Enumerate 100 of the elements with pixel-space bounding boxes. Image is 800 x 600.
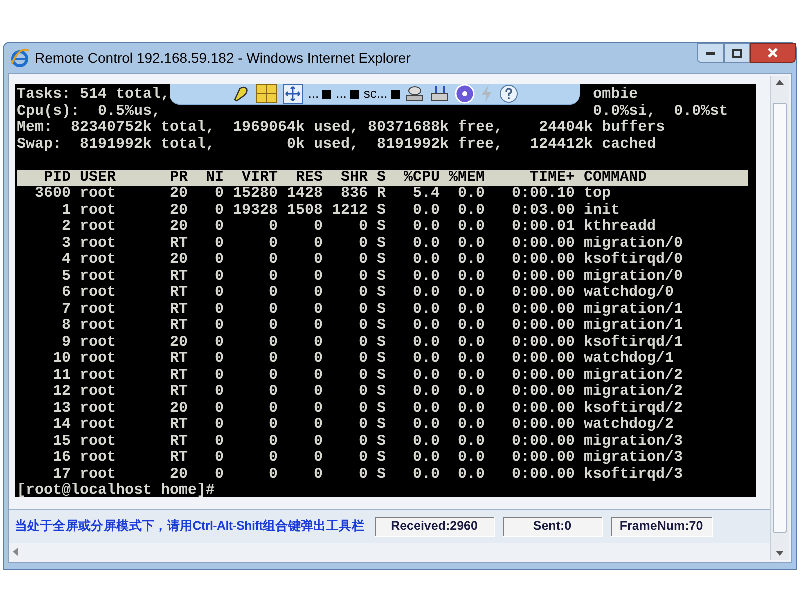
table-cell: 1508 — [286, 202, 323, 219]
table-cell: 0.0 — [458, 236, 485, 252]
toolbar-menu[interactable]: sc... — [364, 86, 400, 102]
table-cell: 20 — [170, 334, 188, 351]
table-cell: migration/0 — [584, 268, 684, 285]
disk-drive-icon[interactable] — [404, 84, 425, 104]
vertical-scrollbar[interactable] — [770, 76, 789, 560]
toolbar-menu[interactable]: ... — [336, 86, 359, 102]
table-cell: root — [80, 268, 116, 285]
table-cell: 0:00.00 — [512, 334, 575, 351]
status-field: FrameNum:70 — [610, 516, 712, 536]
table-cell: RT — [170, 368, 188, 384]
table-cell: 0 — [314, 334, 323, 351]
table-cell: 0.0 — [458, 219, 485, 236]
column-header: PR — [170, 170, 188, 186]
close-button[interactable] — [750, 43, 796, 63]
summary-text: ombie — [593, 87, 638, 104]
scrollbar-thumb[interactable] — [773, 103, 787, 533]
table-cell: 0.0 — [458, 202, 485, 219]
table-cell: 0 — [268, 434, 278, 450]
table-cell: root — [80, 384, 116, 400]
table-cell: migration/2 — [584, 368, 684, 384]
table-cell: 0.0 — [412, 202, 440, 219]
table-cell: 836 — [340, 186, 368, 202]
table-cell: migration/1 — [584, 302, 684, 318]
minimize-button[interactable] — [697, 43, 724, 63]
table-cell: 0 — [358, 285, 368, 302]
table-cell: 2 — [62, 219, 71, 236]
scanner-icon[interactable] — [430, 84, 450, 104]
table-cell: 1 — [62, 202, 71, 219]
table-cell: 17 — [52, 466, 71, 483]
table-cell: 0 — [314, 285, 323, 302]
column-header: %CPU — [404, 170, 440, 186]
table-cell: 0.0 — [412, 368, 440, 384]
table-cell: 10 — [52, 351, 71, 368]
table-cell: 0:00.00 — [512, 302, 575, 318]
table-cell: 0:00.10 — [512, 186, 575, 202]
table-cell: 0.0 — [458, 318, 485, 334]
table-cell: S — [376, 400, 386, 417]
table-cell: 0:00.00 — [512, 368, 575, 384]
table-cell: 0:00.00 — [512, 252, 575, 268]
table-cell: 0.0 — [412, 466, 440, 483]
table-cell: 0 — [268, 417, 278, 434]
table-cell: 0 — [214, 384, 224, 400]
table-cell: root — [80, 434, 116, 450]
disc-icon[interactable] — [454, 84, 475, 104]
table-cell: ksoftirqd/0 — [584, 252, 684, 268]
table-cell: 3600 — [34, 186, 71, 202]
table-cell: 0 — [268, 318, 278, 334]
column-header: RES — [296, 170, 323, 186]
table-cell: 6 — [62, 285, 71, 302]
table-cell: 0 — [268, 400, 278, 417]
table-cell: 0 — [268, 236, 278, 252]
table-cell: watchdog/2 — [584, 417, 674, 434]
table-cell: S — [376, 466, 386, 483]
table-cell: 0 — [214, 351, 224, 368]
table-cell: 0:00.00 — [512, 268, 575, 285]
table-cell: S — [376, 302, 386, 318]
table-cell: 0 — [358, 318, 368, 334]
move-icon[interactable] — [283, 84, 304, 104]
table-cell: migration/2 — [584, 384, 684, 400]
table-cell: 0.0 — [458, 466, 485, 483]
table-cell: S — [376, 236, 386, 252]
summary-text: Mem: 82340752k total, 1969064k used, 80371688k free, 24404k buffers — [17, 120, 666, 136]
table-cell: 0 — [314, 351, 323, 368]
table-cell: RT — [170, 434, 188, 450]
table-cell: S — [376, 351, 386, 368]
summary-text: 0.0%si, 0.0%st — [593, 104, 728, 120]
table-cell: 14 — [52, 417, 71, 434]
table-cell: 0.0 — [458, 368, 485, 384]
scroll-down-icon[interactable] — [776, 551, 784, 556]
table-cell: 0 — [358, 252, 368, 268]
table-cell: ksoftirqd/2 — [584, 400, 684, 417]
table-cell: root — [80, 186, 116, 202]
table-cell: 0.0 — [412, 302, 440, 318]
table-cell: 0 — [214, 268, 224, 285]
scroll-up-icon[interactable] — [776, 80, 784, 85]
table-cell: 0 — [214, 202, 224, 219]
table-cell: 0 — [314, 252, 323, 268]
table-cell: 0.0 — [458, 302, 485, 318]
table-cell: 11 — [52, 368, 71, 384]
summary-text: Swap: 8191992k total, 0k used, 8191992k free, 124412k cached — [17, 136, 656, 153]
table-cell: 0 — [358, 450, 368, 466]
table-cell: 0.0 — [458, 400, 485, 417]
table-cell: 0 — [214, 219, 224, 236]
table-cell: 15 — [52, 434, 71, 450]
table-cell: S — [376, 252, 386, 268]
table-cell: 0 — [314, 466, 323, 483]
scroll-left-icon[interactable] — [13, 548, 19, 556]
table-cell: 20 — [170, 202, 188, 219]
table-cell: 0 — [358, 434, 368, 450]
table-cell: S — [376, 384, 386, 400]
table-cell: 0.0 — [412, 252, 440, 268]
table-cell: 0.0 — [458, 417, 485, 434]
table-cell: S — [376, 334, 386, 351]
table-cell: RT — [170, 417, 188, 434]
help-icon[interactable] — [498, 84, 519, 104]
maximize-button[interactable] — [724, 43, 750, 63]
grid-icon[interactable] — [256, 84, 278, 104]
toolbar-menu[interactable]: ... — [308, 86, 332, 102]
